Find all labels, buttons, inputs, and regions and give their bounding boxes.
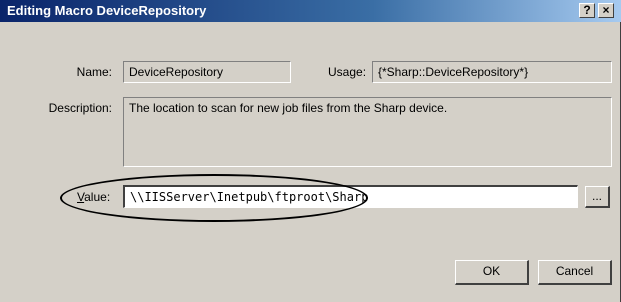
value-label: Value: bbox=[77, 190, 110, 204]
value-label-text: alue: bbox=[84, 190, 111, 204]
close-button[interactable]: × bbox=[598, 3, 614, 18]
cancel-button[interactable]: Cancel bbox=[538, 260, 612, 285]
title-bar[interactable]: Editing Macro DeviceRepository ? × bbox=[0, 0, 621, 22]
edit-macro-dialog: Editing Macro DeviceRepository ? × Name:… bbox=[0, 0, 621, 302]
name-label: Name: bbox=[76, 65, 112, 79]
description-field: The location to scan for new job files f… bbox=[123, 97, 612, 167]
value-input[interactable]: \\IISServer\Inetpub\ftproot\Sharp bbox=[123, 185, 578, 208]
name-field: DeviceRepository bbox=[123, 61, 291, 83]
ok-button[interactable]: OK bbox=[455, 260, 529, 285]
window-title: Editing Macro DeviceRepository bbox=[7, 3, 207, 18]
description-label: Description: bbox=[48, 101, 112, 115]
browse-button[interactable]: ... bbox=[585, 186, 610, 208]
usage-label: Usage: bbox=[328, 65, 367, 79]
usage-field: {*Sharp::DeviceRepository*} bbox=[372, 61, 612, 83]
help-button[interactable]: ? bbox=[579, 3, 595, 18]
